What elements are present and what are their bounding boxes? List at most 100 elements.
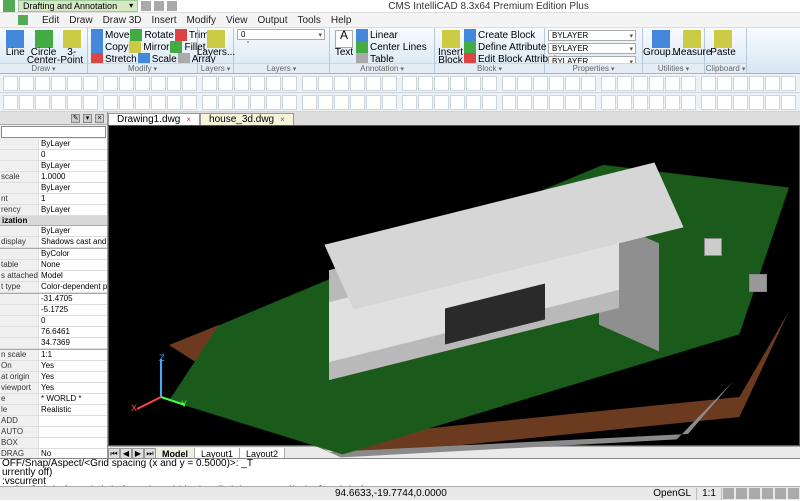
toolbar-button[interactable]	[103, 76, 118, 91]
toolbar-button[interactable]	[282, 76, 297, 91]
toolbar-button[interactable]	[781, 76, 796, 91]
prop-row[interactable]: -5.1725	[0, 305, 107, 316]
toolbar-button[interactable]	[167, 95, 182, 110]
toolbar-button[interactable]	[218, 76, 233, 91]
toolbar-button[interactable]	[517, 95, 532, 110]
toolbar-button[interactable]	[302, 76, 317, 91]
toolbar-button[interactable]	[51, 76, 66, 91]
toolbar-button[interactable]	[617, 95, 632, 110]
toolbar-button[interactable]	[266, 76, 281, 91]
drawing-tab[interactable]: house_3d.dwg×	[200, 113, 294, 125]
toolbar-button[interactable]	[533, 95, 548, 110]
rotate-button[interactable]: Rotate	[130, 29, 173, 41]
status-icon[interactable]	[749, 488, 760, 499]
toolbar-button[interactable]	[19, 76, 34, 91]
toolbar-button[interactable]	[402, 95, 417, 110]
toolbar-button[interactable]	[250, 95, 265, 110]
toolbar-button[interactable]	[649, 76, 664, 91]
drawing-tab[interactable]: Drawing1.dwg×	[108, 113, 200, 125]
toolbar-button[interactable]	[533, 76, 548, 91]
toolbar-button[interactable]	[601, 95, 616, 110]
toolbar-button[interactable]	[182, 95, 197, 110]
prop-row[interactable]: OnYes	[0, 361, 107, 372]
toolbar-button[interactable]	[649, 95, 664, 110]
toolbar-button[interactable]	[565, 95, 580, 110]
close-icon[interactable]: ×	[95, 114, 104, 123]
prop-row[interactable]: n scale1:1	[0, 350, 107, 361]
paste-button[interactable]: Paste	[708, 29, 738, 57]
toolbar-button[interactable]	[765, 95, 780, 110]
close-tab-icon[interactable]: ×	[186, 115, 191, 124]
status-scale[interactable]: 1:1	[697, 488, 722, 500]
toolbar-button[interactable]	[717, 95, 732, 110]
prop-row[interactable]: BOX	[0, 438, 107, 449]
toolbar-button[interactable]	[51, 95, 66, 110]
qat-icon[interactable]	[167, 1, 177, 11]
toolbar-button[interactable]	[366, 76, 381, 91]
toolbar-button[interactable]	[318, 95, 333, 110]
menu-edit[interactable]: Edit	[42, 15, 59, 26]
panel-label[interactable]: Layers	[234, 63, 329, 73]
linear-button[interactable]: Linear	[356, 29, 427, 41]
prop-row[interactable]: ByColor	[0, 249, 107, 260]
toolbar-button[interactable]	[701, 76, 716, 91]
status-icon[interactable]	[775, 488, 786, 499]
toolbar-button[interactable]	[266, 95, 281, 110]
toolbar-button[interactable]	[502, 95, 517, 110]
workspace-selector[interactable]: Drafting and Annotation	[18, 0, 138, 12]
measure-button[interactable]: Measure	[677, 29, 707, 57]
toolbar-button[interactable]	[35, 76, 50, 91]
toolbar-button[interactable]	[334, 76, 349, 91]
status-icon[interactable]	[736, 488, 747, 499]
group-button[interactable]: Group...	[646, 29, 676, 57]
toolbar-button[interactable]	[749, 95, 764, 110]
menu-modify[interactable]: Modify	[187, 15, 216, 26]
prop-row[interactable]: AUTO	[0, 427, 107, 438]
toolbar-button[interactable]	[218, 95, 233, 110]
collapse-icon[interactable]: ▾	[83, 114, 92, 123]
layer-tool-icon[interactable]	[247, 41, 249, 43]
prop-row[interactable]: at originYes	[0, 372, 107, 383]
toolbar-button[interactable]	[765, 76, 780, 91]
qat-icon[interactable]	[154, 1, 164, 11]
menu-output[interactable]: Output	[257, 15, 287, 26]
prop-row[interactable]: ByLayer	[0, 226, 107, 237]
toolbar-button[interactable]	[633, 95, 648, 110]
toolbar-button[interactable]	[781, 95, 796, 110]
toolbar-button[interactable]	[67, 95, 82, 110]
toolbar-button[interactable]	[83, 95, 98, 110]
toolbar-button[interactable]	[135, 95, 150, 110]
toolbar-button[interactable]	[565, 76, 580, 91]
app-menu-icon[interactable]	[18, 15, 28, 25]
pin-icon[interactable]: ✎	[71, 114, 80, 123]
toolbar-button[interactable]	[418, 95, 433, 110]
toolbar-button[interactable]	[665, 95, 680, 110]
toolbar-button[interactable]	[302, 95, 317, 110]
panel-label[interactable]: Clipboard	[705, 63, 746, 73]
panel-label[interactable]: Modify	[88, 63, 197, 73]
prop-row[interactable]: displayShadows cast and receiv...	[0, 237, 107, 248]
toolbar-button[interactable]	[151, 95, 166, 110]
prop-row[interactable]: t typeColor-dependent print style	[0, 282, 107, 293]
move-button[interactable]: Move	[91, 29, 129, 41]
toolbar-button[interactable]	[681, 76, 696, 91]
prop-row[interactable]: ByLayer	[0, 161, 107, 172]
layers-button[interactable]: Layers...	[201, 29, 231, 57]
prop-row[interactable]: ADD	[0, 416, 107, 427]
toolbar-button[interactable]	[366, 95, 381, 110]
toolbar-button[interactable]	[103, 95, 118, 110]
mirror-button[interactable]: Mirror	[129, 41, 169, 53]
toolbar-button[interactable]	[350, 76, 365, 91]
menu-help[interactable]: Help	[331, 15, 352, 26]
toolbar-button[interactable]	[418, 76, 433, 91]
toolbar-button[interactable]	[665, 76, 680, 91]
toolbar-button[interactable]	[234, 76, 249, 91]
status-icon[interactable]	[788, 488, 799, 499]
prop-row[interactable]: 34.7369	[0, 338, 107, 349]
toolbar-button[interactable]	[502, 76, 517, 91]
toolbar-button[interactable]	[581, 95, 596, 110]
toolbar-button[interactable]	[202, 76, 217, 91]
prop-row[interactable]: s attached toModel	[0, 271, 107, 282]
panel-label[interactable]: Block	[435, 63, 544, 73]
status-opengl[interactable]: OpenGL	[648, 488, 697, 500]
